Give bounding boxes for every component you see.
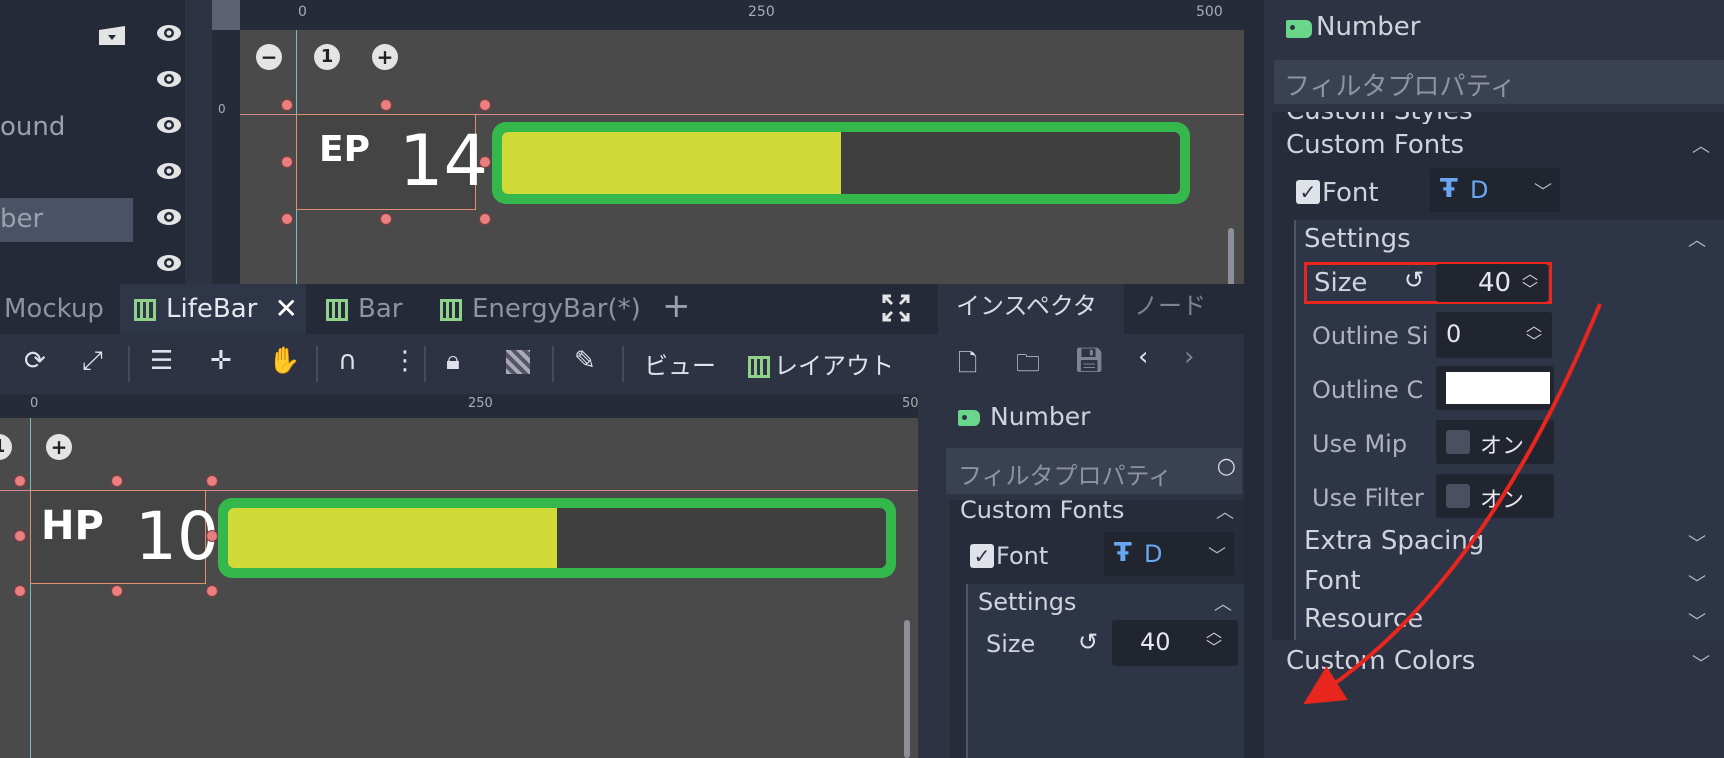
annotation-arrow [1303, 303, 1602, 705]
